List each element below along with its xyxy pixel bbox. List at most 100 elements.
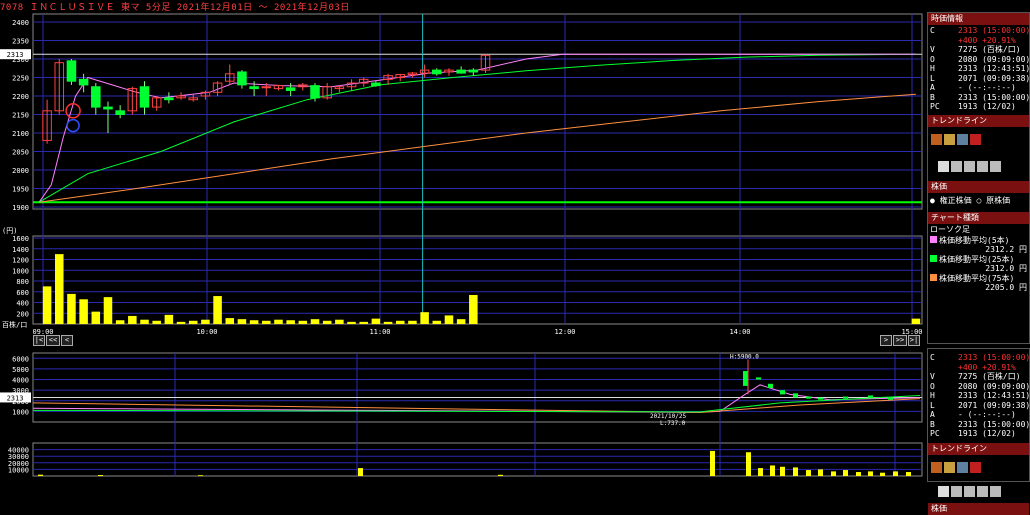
quote-key: H [930,391,935,400]
nav-prev-button[interactable]: < [61,335,73,346]
quote-key: V [930,372,935,381]
quote-value: - (--:--:--) [958,410,1016,419]
volume-bar [432,320,442,324]
kabuka-option-raw[interactable]: 原株価 [986,196,1010,205]
main-chart[interactable]: 2400235023002250220021502100205020001950… [0,12,926,342]
select-icon[interactable] [938,485,949,497]
quote-value: 1913 (12/02) [958,102,1016,111]
volume-bar [249,320,259,324]
ma-item[interactable]: 株価移動平均(5本) [930,235,1027,246]
volume-bar [188,320,198,324]
nav-first-button[interactable]: |< [33,335,45,346]
delete-icon[interactable] [970,133,981,145]
delete-icon[interactable] [970,461,981,473]
overview-candle [780,390,785,395]
quote-value: +400 +20.91% [958,35,1016,45]
save-icon[interactable] [990,485,1001,497]
overview-volume-bar [856,472,861,476]
quote-value: 2313 (12:43:51) [958,391,1030,400]
quote-value: 7275 (百株/口) [958,45,1021,54]
volume-bar [408,320,417,324]
overview-volume-bar [906,472,911,476]
overview-volume-bar [358,468,363,476]
overview-candle [768,383,773,389]
pen-icon[interactable] [931,133,942,145]
candle-body [456,69,466,74]
overview-volume-bar [806,470,811,476]
kabuka-title: 株価 [928,180,1029,193]
nav-last-button[interactable]: >| [908,335,920,346]
quote-row: V 7275 (百株/口) [930,372,1027,382]
volume-bar [164,314,174,324]
volume-bar [91,311,101,324]
current-price-marker-label: 2313 [7,51,24,59]
pen-icon[interactable] [931,461,942,473]
lines-icon[interactable] [944,133,955,145]
quote-row: A - (--:--:--) [930,410,1027,420]
overview-chart[interactable]: 6000500040003000200010004000030000200001… [0,348,926,480]
ma-label: 株価移動平均(25本) [939,254,1015,264]
nav-next-button[interactable]: > [880,335,892,346]
lower-kabuka-title: 株価 [928,502,1029,515]
quote-row: B 2313 (15:00:00) [930,92,1030,103]
quote-key: O [930,381,935,391]
cursor-icon[interactable] [957,133,968,145]
candle-body [78,78,89,86]
volume-bar [152,320,161,324]
ma-item[interactable]: 株価移動平均(25本) [930,254,1027,265]
chart-kind-value[interactable]: ローソク足 [928,224,1029,236]
paste-icon[interactable] [964,160,975,172]
select-icon[interactable] [938,160,949,172]
quote-row: C 2313 (15:00:00) [930,26,1030,36]
overview-price-tick: 4000 [12,377,29,385]
volume-bar [262,320,271,324]
quote-key: V [930,45,935,54]
ma-list: 株価移動平均(5本) 2312.2 円株価移動平均(25本) 2312.0 円株価移… [928,235,1029,293]
volume-bar [274,319,283,324]
overview-price-tick: 6000 [12,355,29,363]
quote-value: 2071 (09:09:38) [958,400,1030,410]
paste-icon[interactable] [964,485,975,497]
price-tick-label: 2000 [12,167,29,175]
cursor-icon[interactable] [957,461,968,473]
trendline-label: トレンドライン [931,115,987,125]
copy-icon[interactable] [951,485,962,497]
ma-label: 株価移動平均(75本) [939,273,1015,283]
nav-next-fast-button[interactable]: >> [893,335,907,346]
quote-row: +400 +20.91% [930,36,1027,46]
quote-row: PC 1913 (12/02) [930,102,1027,112]
quote-row: PC 1913 (12/02) [930,429,1027,439]
overview-high-label: H:5900.0 [730,353,759,360]
save-icon[interactable] [990,160,1001,172]
kabuka-option-adjusted[interactable]: 権正株価 [940,196,972,205]
ma-label: 株価移動平均(5本) [939,235,1010,245]
quote-row: V 7275 (百株/口) [930,45,1027,55]
candle-body [237,71,247,86]
candle-body [91,86,101,108]
volume-bar [225,318,235,324]
volume-bar [201,319,210,324]
time-tick-label: 10:00 [196,328,217,336]
trendline-tools [928,127,1029,150]
copy-icon[interactable] [951,160,962,172]
lines-icon[interactable] [944,461,955,473]
volume-bar [335,319,344,324]
volume-bar [128,315,137,324]
quote-value: 2313 (15:00:00) [958,92,1030,102]
radio-selected-icon[interactable]: ● [930,196,935,205]
ma-item[interactable]: 株価移動平均(75本) [930,273,1027,284]
print-icon[interactable] [977,160,988,172]
volume-bar [176,321,186,324]
radio-icon[interactable]: ○ [976,196,981,205]
overview-candle [756,377,761,380]
lower-quote-info: C 2313 (15:00:00) +400 +20.91% V 7275 (百株/口)… [928,349,1030,440]
lower-trendline-title[interactable]: トレンドライン [928,442,1029,455]
volume-bar [911,318,921,324]
overview-volume-bar [793,467,798,476]
nav-prev-fast-button[interactable]: << [46,335,60,346]
quote-key: L [930,73,935,83]
print-icon[interactable] [977,485,988,497]
overview-volume-bar [880,472,885,476]
quote-key: O [930,54,935,64]
trendline-title[interactable]: トレンドライン [928,114,1029,127]
